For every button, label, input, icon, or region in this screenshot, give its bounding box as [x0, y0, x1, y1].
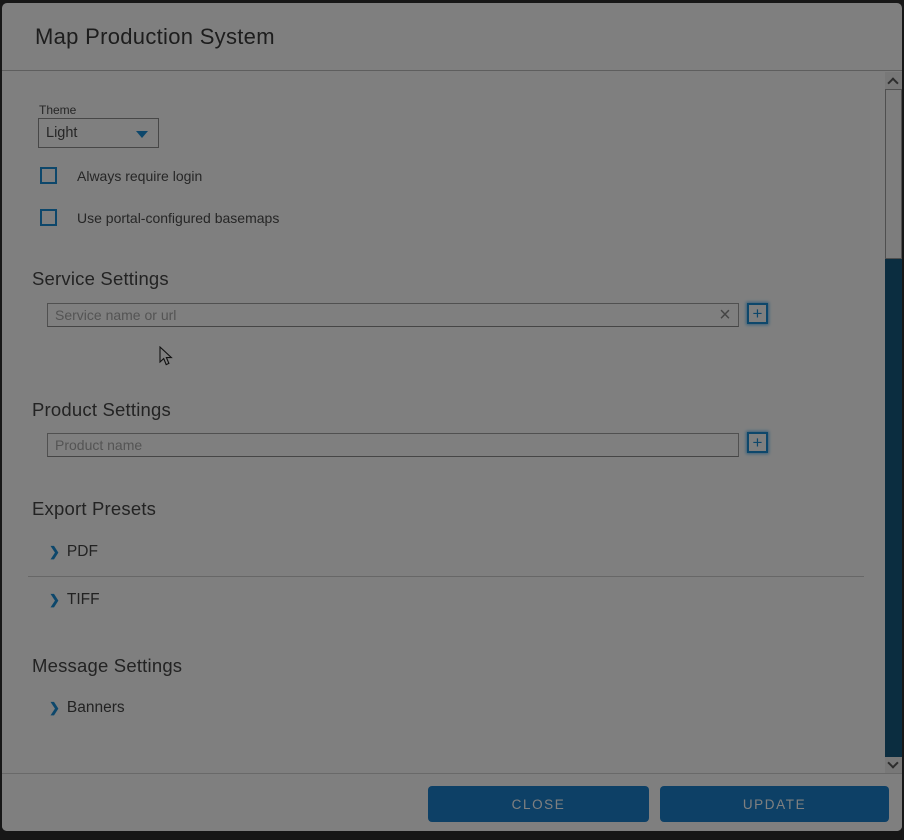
- dialog-footer: CLOSE UPDATE: [2, 773, 902, 831]
- add-service-button[interactable]: +: [747, 303, 768, 324]
- expander-tiff[interactable]: ❯ TIFF: [49, 591, 100, 611]
- dialog-title: Map Production System: [35, 24, 275, 50]
- mouse-cursor-icon: [159, 346, 173, 367]
- update-button[interactable]: UPDATE: [660, 786, 889, 822]
- expander-label: PDF: [67, 543, 98, 560]
- add-product-button[interactable]: +: [747, 432, 768, 453]
- checkbox-label: Always require login: [77, 168, 202, 184]
- dialog-header: Map Production System: [2, 3, 902, 71]
- scroll-down-button[interactable]: [885, 757, 902, 773]
- chevron-down-icon: [887, 757, 898, 768]
- scroll-up-button[interactable]: [885, 72, 902, 89]
- theme-label: Theme: [39, 103, 76, 117]
- close-button[interactable]: CLOSE: [428, 786, 649, 822]
- theme-selected-value: Light: [46, 125, 77, 141]
- always-require-login-checkbox[interactable]: [40, 167, 57, 184]
- export-presets-heading: Export Presets: [32, 498, 156, 520]
- clear-icon[interactable]: ×: [715, 303, 735, 327]
- divider: [28, 576, 864, 577]
- expander-pdf[interactable]: ❯ PDF: [49, 543, 98, 563]
- service-name-input[interactable]: [47, 303, 739, 327]
- scrollbar-thumb[interactable]: [885, 89, 902, 259]
- vertical-scrollbar: [885, 72, 902, 773]
- expander-label: TIFF: [67, 591, 100, 608]
- portal-basemaps-checkbox[interactable]: [40, 209, 57, 226]
- chevron-right-icon: ❯: [49, 592, 60, 607]
- map-production-dialog: Map Production System Theme Light Always…: [2, 3, 902, 831]
- theme-select[interactable]: Light: [38, 118, 159, 148]
- expander-label: Banners: [67, 699, 125, 716]
- service-settings-heading: Service Settings: [32, 268, 169, 290]
- chevron-down-icon: [136, 131, 148, 138]
- chevron-up-icon: [887, 77, 898, 88]
- chevron-right-icon: ❯: [49, 544, 60, 559]
- chevron-right-icon: ❯: [49, 700, 60, 715]
- message-settings-heading: Message Settings: [32, 655, 182, 677]
- checkbox-label: Use portal-configured basemaps: [77, 210, 279, 226]
- scrollbar-track-fill[interactable]: [885, 259, 902, 757]
- product-name-input[interactable]: [47, 433, 739, 457]
- dialog-content: Theme Light Always require login Use por…: [2, 72, 902, 773]
- expander-banners[interactable]: ❯ Banners: [49, 699, 125, 719]
- product-settings-heading: Product Settings: [32, 399, 171, 421]
